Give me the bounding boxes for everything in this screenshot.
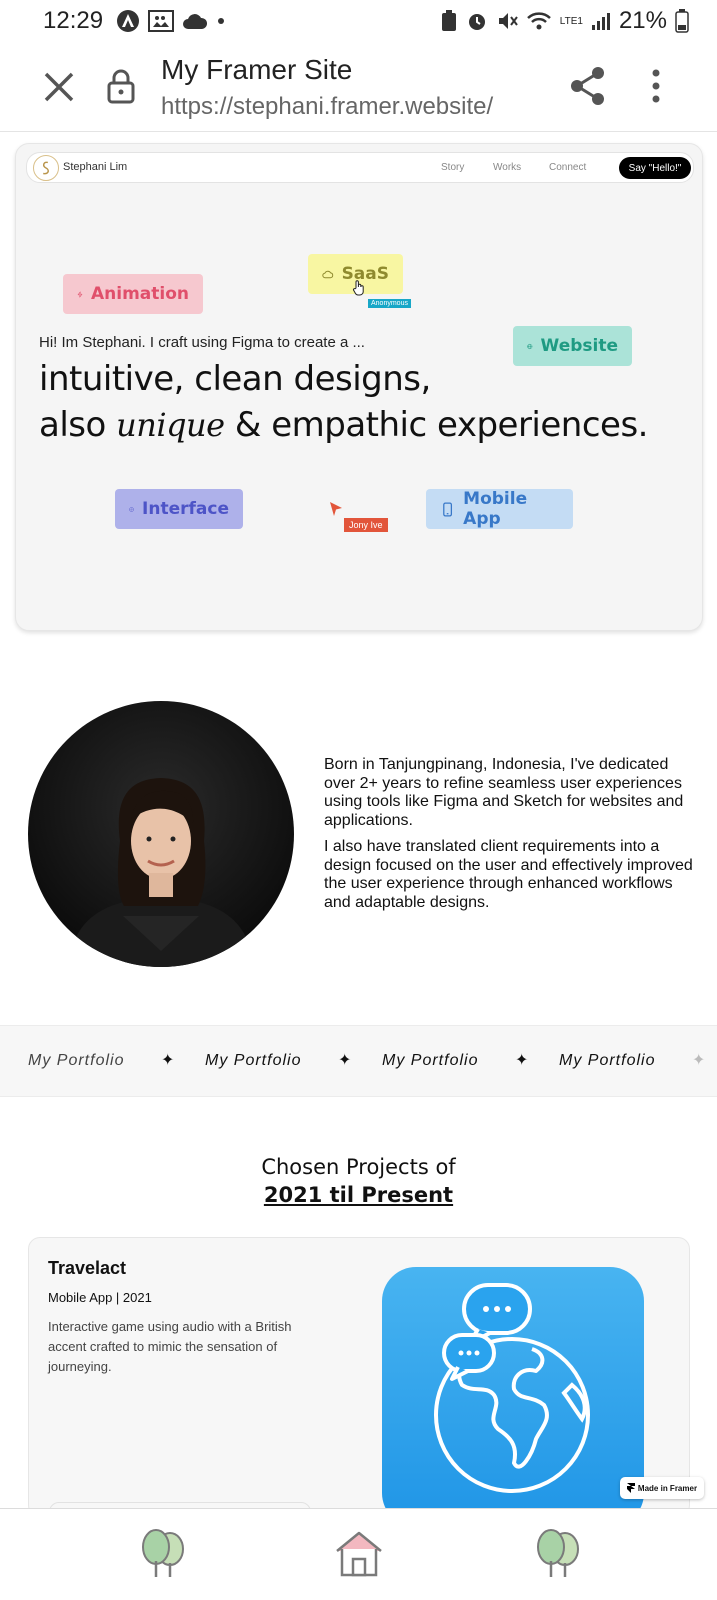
chip-animation[interactable]: Animation (63, 274, 203, 314)
project-card[interactable]: Travelact Mobile App | 2021 Interactive … (28, 1237, 690, 1517)
marquee-item: My Portfolio (559, 1052, 656, 1069)
marquee-item: My Portfolio (28, 1052, 125, 1069)
interface-icon (129, 506, 134, 512)
battery-icon (675, 9, 689, 33)
battery-percent: 21% (618, 7, 667, 34)
marquee-item: My Portfolio (205, 1052, 302, 1069)
projects-period: 2021 til Present (263, 1183, 454, 1207)
phone-icon (443, 502, 453, 516)
hero-headline: intuitive, clean designs, also unique & … (39, 356, 648, 448)
brand-logo[interactable] (33, 155, 59, 181)
brand-name[interactable]: Stephani Lim (63, 161, 127, 173)
chip-animation-label: Animation (90, 284, 189, 304)
cursor-label-anonymous: Anonymous (368, 299, 411, 308)
close-icon[interactable] (42, 70, 76, 104)
bottom-navigation (0, 1508, 717, 1600)
tree-icon[interactable] (529, 1525, 585, 1581)
project-description: Interactive game using audio with a Brit… (48, 1319, 292, 1374)
headline-line-1: intuitive, clean designs, (39, 359, 431, 399)
bolt-icon (77, 291, 83, 297)
chip-interface-label: Interface (142, 499, 229, 519)
about-paragraph-2: I also have translated client requiremen… (324, 838, 693, 911)
globe-icon (527, 343, 533, 349)
projects-heading: Chosen Projects of (261, 1155, 456, 1179)
sparkle-icon: ✦ (161, 1052, 175, 1069)
headline-also: also (39, 405, 106, 445)
network-label: LTE1 (559, 15, 583, 27)
status-bar: 12:29 LTE1 21% (0, 0, 717, 44)
lock-icon[interactable] (107, 68, 135, 104)
travelact-app-icon (382, 1267, 644, 1516)
browser-toolbar: My Framer Site https://stephani.framer.w… (0, 44, 717, 132)
framer-logo-icon (626, 1483, 635, 1493)
chip-interface[interactable]: Interface (115, 489, 243, 529)
pointer-cursor-icon (330, 502, 342, 516)
alarm-icon (468, 14, 485, 30)
headline-unique: unique (116, 406, 225, 444)
cloud-icon (322, 270, 334, 278)
about-text: Born in Tanjungpinang, Indonesia, I've d… (324, 756, 694, 912)
nav-link-connect[interactable]: Connect (549, 162, 586, 173)
mute-icon (498, 13, 518, 29)
chip-website-label: Website (540, 336, 618, 356)
nav-link-works[interactable]: Works (493, 162, 521, 173)
hero-section: Stephani Lim Story Works Connect Say "He… (15, 143, 703, 631)
project-title: Travelact (48, 1258, 127, 1278)
hand-cursor-icon (352, 280, 364, 296)
site-navbar: Stephani Lim Story Works Connect Say "He… (26, 152, 694, 183)
made-in-framer-label: Made in Framer (637, 1483, 698, 1493)
status-time: 12:29 (43, 7, 104, 34)
cloud-status-icon (183, 14, 208, 29)
chip-mobile-app[interactable]: Mobile App (426, 489, 573, 529)
home-icon[interactable] (331, 1525, 387, 1581)
dot-icon (218, 18, 224, 24)
notification-a-icon (117, 10, 139, 32)
hero-intro: Hi! Im Stephani. I craft using Figma to … (39, 334, 365, 351)
cursor-label-jony: Jony Ive (344, 518, 388, 532)
portfolio-marquee: My Portfolio ✦ My Portfolio ✦ My Portfol… (0, 1025, 717, 1097)
browser-page-title: My Framer Site (161, 54, 353, 85)
nav-link-story[interactable]: Story (441, 162, 464, 173)
tree-icon[interactable] (134, 1525, 190, 1581)
sparkle-icon: ✦ (515, 1052, 529, 1069)
browser-url[interactable]: https://stephani.framer.website/ (161, 93, 493, 121)
more-icon[interactable] (650, 68, 662, 104)
share-icon[interactable] (570, 66, 606, 106)
project-meta: Mobile App | 2021 (48, 1290, 152, 1305)
headline-rest: & empathic experiences. (234, 405, 649, 445)
marquee-item: My Portfolio (382, 1052, 479, 1069)
profile-photo (28, 701, 294, 967)
battery-saver-icon (441, 10, 456, 31)
sparkle-icon: ✦ (692, 1052, 706, 1069)
say-hello-button[interactable]: Say "Hello!" (619, 157, 691, 179)
made-in-framer-badge[interactable]: Made in Framer (620, 1477, 704, 1499)
about-paragraph-1: Born in Tanjungpinang, Indonesia, I've d… (324, 756, 684, 829)
headline-line-2: also unique & empathic experiences. (39, 402, 648, 448)
wifi-icon (526, 12, 551, 30)
signal-icon (591, 13, 610, 30)
gallery-icon (148, 10, 174, 32)
chip-mobile-app-label: Mobile App (463, 489, 528, 529)
sparkle-icon: ✦ (338, 1052, 352, 1069)
